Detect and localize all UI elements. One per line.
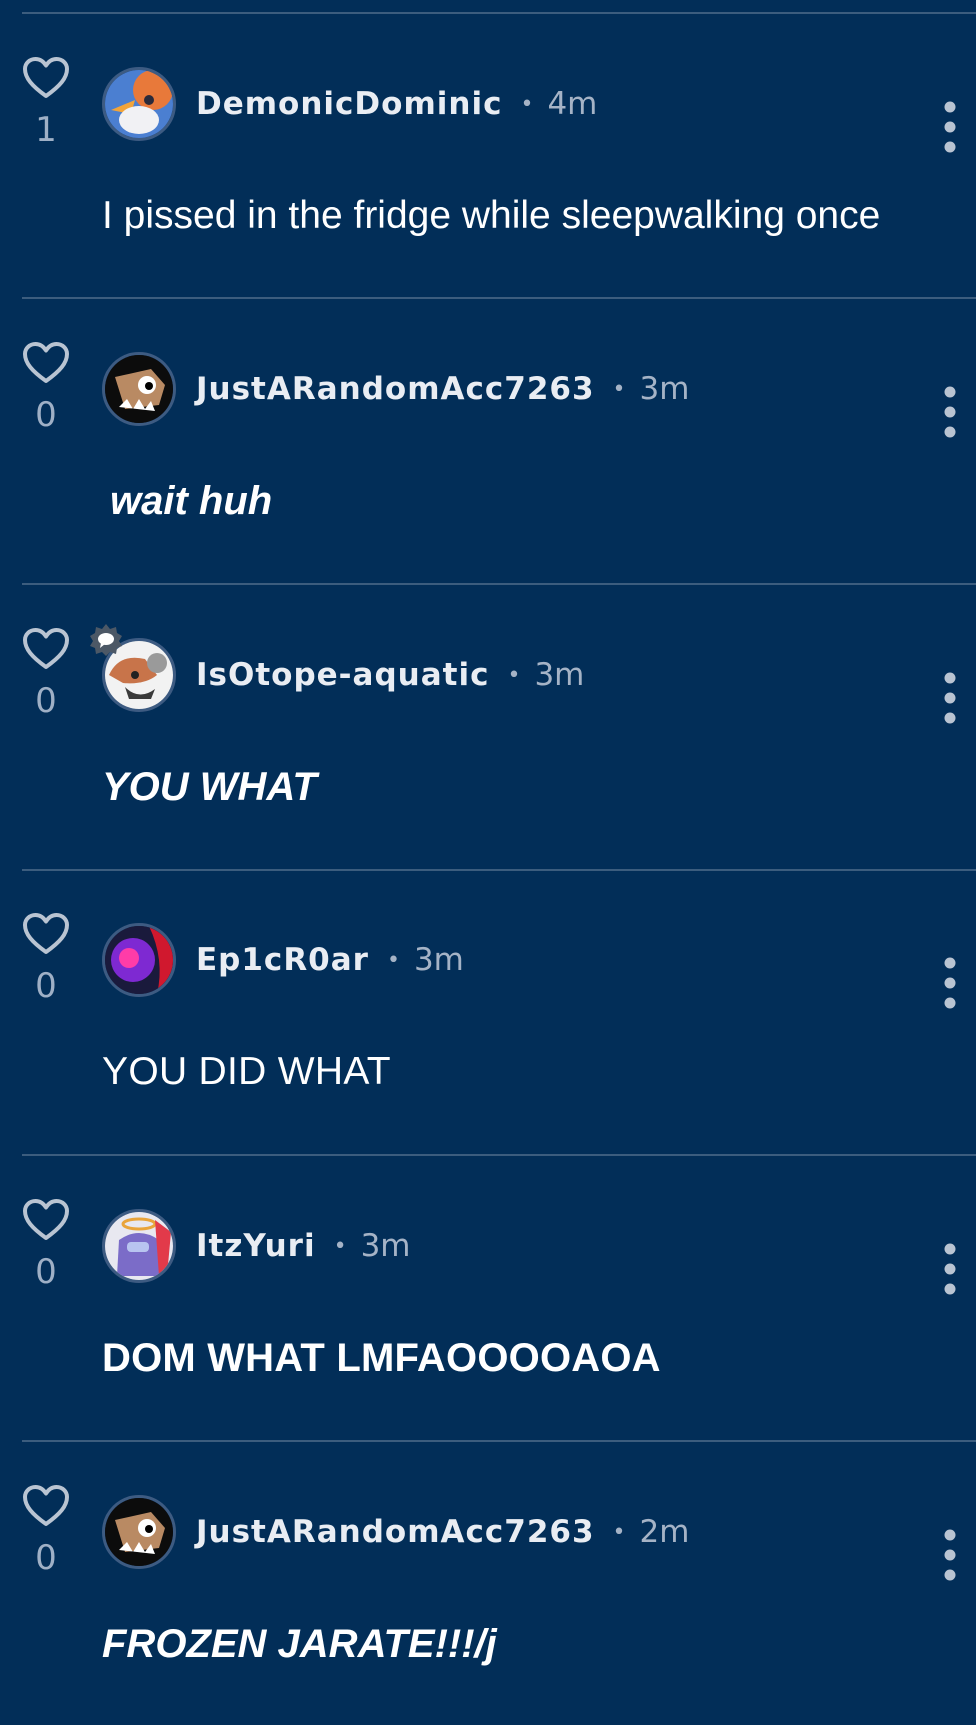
timestamp: 2m — [639, 1514, 690, 1550]
username[interactable]: IsOtope-aquatic — [196, 657, 489, 693]
username[interactable]: Ep1cR0ar — [196, 942, 369, 978]
avatar[interactable] — [102, 1209, 176, 1283]
avatar[interactable] — [102, 923, 176, 997]
comment: 0 IsOtope-aquatic • 3m YOU WHAT — [0, 585, 976, 871]
avatar[interactable] — [102, 67, 176, 141]
username[interactable]: JustARandomAcc7263 — [196, 371, 595, 407]
timestamp: 4m — [547, 86, 598, 122]
like-count: 0 — [35, 1538, 57, 1578]
comment-text: FROZEN JARATE!!!/j — [102, 1622, 497, 1666]
separator-dot: • — [520, 91, 534, 117]
comment-header: JustARandomAcc7263 • 2m — [196, 1510, 689, 1554]
like-count: 0 — [35, 681, 57, 721]
comment: 0 JustARandomAcc7263 • 2m FROZEN JARATE!… — [0, 1442, 976, 1725]
separator-dot: • — [612, 1519, 626, 1545]
more-options-icon[interactable] — [932, 1241, 968, 1297]
chat-bubble-badge-icon — [89, 623, 123, 657]
username[interactable]: JustARandomAcc7263 — [196, 1514, 595, 1550]
comment-header: IsOtope-aquatic • 3m — [196, 653, 584, 697]
comment-header: JustARandomAcc7263 • 3m — [196, 367, 689, 411]
timestamp: 3m — [639, 371, 690, 407]
timestamp: 3m — [413, 942, 464, 978]
comment-text: I pissed in the fridge while sleepwalkin… — [102, 194, 881, 237]
comment: 0 ItzYuri • 3m DOM WHAT LMFAOOOOAOA — [0, 1156, 976, 1442]
avatar[interactable] — [102, 352, 176, 426]
username[interactable]: DemonicDominic — [196, 86, 502, 122]
separator-dot: • — [507, 662, 521, 688]
separator-dot: • — [386, 947, 400, 973]
more-options-icon[interactable] — [932, 670, 968, 726]
username[interactable]: ItzYuri — [196, 1228, 316, 1264]
separator-dot: • — [333, 1233, 347, 1259]
timestamp: 3m — [534, 657, 585, 693]
comment: 0 Ep1cR0ar • 3m YOU DID WHAT — [0, 870, 976, 1156]
more-options-icon[interactable] — [932, 1527, 968, 1583]
like-count: 0 — [35, 966, 57, 1006]
like-count: 0 — [35, 1252, 57, 1292]
more-options-icon[interactable] — [932, 99, 968, 155]
comment-header: DemonicDominic • 4m — [196, 82, 597, 126]
more-options-icon[interactable] — [932, 955, 968, 1011]
heart-icon[interactable] — [22, 1198, 70, 1242]
separator-dot: • — [612, 376, 626, 402]
comment-header: Ep1cR0ar • 3m — [196, 938, 464, 982]
timestamp: 3m — [360, 1228, 411, 1264]
comment-header: ItzYuri • 3m — [196, 1224, 410, 1268]
comment-text: YOU DID WHAT — [102, 1050, 391, 1093]
heart-icon[interactable] — [22, 56, 70, 100]
avatar[interactable] — [102, 1495, 176, 1569]
comment-text: DOM WHAT LMFAOOOOAOA — [102, 1336, 661, 1380]
heart-icon[interactable] — [22, 341, 70, 385]
comment: 1 DemonicDominic • 4m I pissed in the fr… — [0, 14, 976, 300]
heart-icon[interactable] — [22, 1484, 70, 1528]
comment: 0 JustARandomAcc7263 • 3m wait huh — [0, 299, 976, 585]
comment-text: YOU WHAT — [102, 765, 317, 809]
heart-icon[interactable] — [22, 912, 70, 956]
heart-icon[interactable] — [22, 627, 70, 671]
more-options-icon[interactable] — [932, 384, 968, 440]
like-count: 0 — [35, 395, 57, 435]
like-count: 1 — [35, 110, 57, 150]
comment-text: wait huh — [110, 479, 273, 523]
